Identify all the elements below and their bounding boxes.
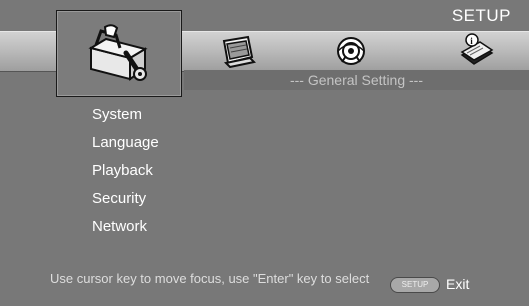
setup-title: SETUP xyxy=(451,6,511,25)
exit-label: Exit xyxy=(446,276,470,292)
setup-screen: SETUP --- General Setting --- i System L… xyxy=(0,0,529,306)
info-book-icon[interactable]: i xyxy=(458,33,496,68)
speaker-audio-icon[interactable] xyxy=(333,34,369,68)
navigation-hint: Use cursor key to move focus, use "Enter… xyxy=(50,271,370,286)
toolbox-wrench-icon xyxy=(88,24,148,81)
display-monitor-icon[interactable] xyxy=(220,35,256,68)
menu-item-language[interactable]: Language xyxy=(92,133,159,161)
menu-item-system[interactable]: System xyxy=(92,105,159,133)
section-title: --- General Setting --- xyxy=(289,72,424,88)
menu-item-network[interactable]: Network xyxy=(92,217,159,245)
settings-menu-list: System Language Playback Security Networ… xyxy=(92,105,159,245)
menu-item-security[interactable]: Security xyxy=(92,189,159,217)
section-header: --- General Setting --- xyxy=(184,70,529,90)
setup-button[interactable]: SETUP xyxy=(390,277,440,293)
menu-item-playback[interactable]: Playback xyxy=(92,161,159,189)
tab-general-setting[interactable] xyxy=(56,10,182,97)
